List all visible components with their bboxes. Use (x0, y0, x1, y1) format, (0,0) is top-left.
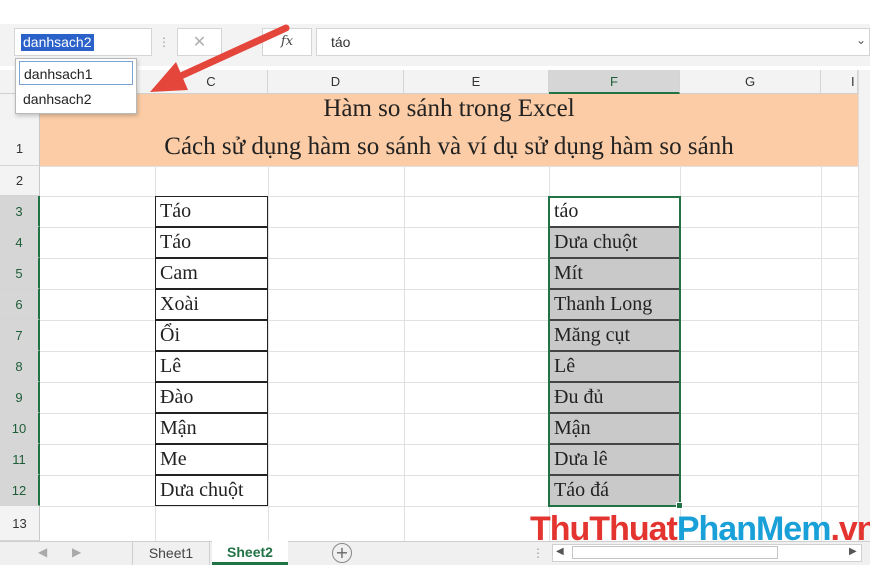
cell-f9[interactable]: Đu đủ (549, 382, 680, 413)
add-sheet-icon[interactable]: + (332, 543, 352, 563)
row-header-2[interactable]: 2 (0, 166, 40, 196)
gridline (40, 166, 870, 167)
cell-c10[interactable]: Mận (155, 413, 268, 444)
column-header-i[interactable]: I (821, 70, 858, 94)
row-header-5[interactable]: 5 (0, 258, 40, 289)
cell-c12[interactable]: Dưa chuột (155, 475, 268, 506)
cell-f7[interactable]: Măng cụt (549, 320, 680, 351)
cell-c11[interactable]: Me (155, 444, 268, 475)
cancel-icon[interactable]: ✕ (177, 28, 222, 56)
cell-f10[interactable]: Mận (549, 413, 680, 444)
title-line-2: Cách sử dụng hàm so sánh và ví dụ sử dụn… (164, 133, 734, 160)
column-header-f[interactable]: F (549, 70, 680, 94)
row-header-9[interactable]: 9 (0, 382, 40, 413)
row-header-6[interactable]: 6 (0, 289, 40, 320)
watermark-part-1: ThuThuat (530, 510, 678, 548)
cell-c7[interactable]: Ổi (155, 320, 268, 351)
window-top-band (0, 0, 870, 24)
cell-f11[interactable]: Dưa lê (549, 444, 680, 475)
vertical-scrollbar[interactable] (858, 70, 870, 541)
name-box-dropdown: danhsach1 danhsach2 (15, 58, 137, 114)
column-header-d[interactable]: D (268, 70, 404, 94)
column-header-e[interactable]: E (404, 70, 549, 94)
formula-input[interactable]: táo (316, 28, 870, 56)
column-header-c[interactable]: C (155, 70, 268, 94)
row-header-4[interactable]: 4 (0, 227, 40, 258)
row-header-12[interactable]: 12 (0, 475, 40, 506)
watermark-part-2: PhanMem (676, 510, 832, 548)
cell-f5[interactable]: Mít (549, 258, 680, 289)
cell-f12[interactable]: Táo đá (549, 475, 680, 506)
chevron-down-icon[interactable]: ⌄ (856, 33, 866, 47)
cell-c8[interactable]: Lê (155, 351, 268, 382)
cell-f4[interactable]: Dưa chuột (549, 227, 680, 258)
row-header-8[interactable]: 8 (0, 351, 40, 382)
insert-function-button[interactable]: fx (262, 28, 312, 56)
dropdown-item-danhsach2[interactable]: danhsach2 (19, 87, 133, 111)
row-header-3[interactable]: 3 (0, 196, 40, 227)
cell-c4[interactable]: Táo (155, 227, 268, 258)
chevron-right-icon[interactable]: ▶ (72, 545, 81, 559)
column-header-g[interactable]: G (680, 70, 821, 94)
gridline (40, 506, 870, 507)
watermark-logo: ThuThuatPhanMem.vn (530, 510, 870, 549)
chevron-left-icon[interactable]: ◀ (38, 545, 47, 559)
cell-c9[interactable]: Đào (155, 382, 268, 413)
cell-c6[interactable]: Xoài (155, 289, 268, 320)
tab-sheet2[interactable]: Sheet2 (212, 541, 288, 565)
cell-f6[interactable]: Thanh Long (549, 289, 680, 320)
cell-c5[interactable]: Cam (155, 258, 268, 289)
cell-c3[interactable]: Táo (155, 196, 268, 227)
tab-sheet1[interactable]: Sheet1 (132, 541, 210, 565)
title-line-1: Hàm so sánh trong Excel (323, 95, 575, 122)
formula-bar-separator: ⋮ (158, 35, 170, 49)
row-header-11[interactable]: 11 (0, 444, 40, 475)
cell-f8[interactable]: Lê (549, 351, 680, 382)
fill-handle[interactable] (676, 502, 683, 509)
cell-f3-active[interactable]: táo (549, 196, 680, 227)
row-header-7[interactable]: 7 (0, 320, 40, 351)
row-header-13[interactable]: 13 (0, 506, 40, 541)
dropdown-item-danhsach1[interactable]: danhsach1 (19, 61, 133, 85)
name-box-value[interactable]: danhsach2 (21, 34, 94, 51)
watermark-part-3: .vn (830, 510, 870, 548)
row-header-10[interactable]: 10 (0, 413, 40, 444)
